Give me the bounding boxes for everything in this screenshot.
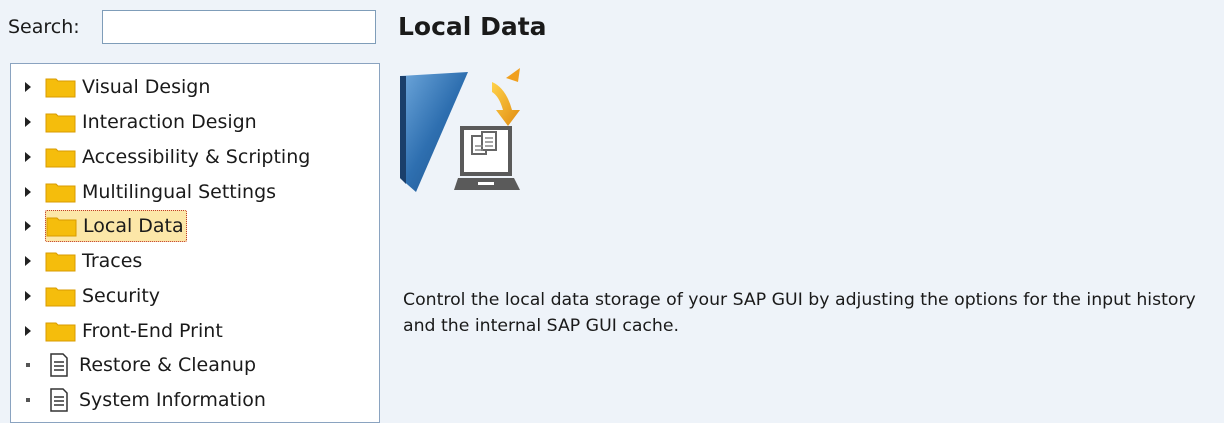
- tree-item-label: Interaction Design: [82, 111, 257, 133]
- folder-icon: [45, 148, 76, 168]
- bullet-icon: [11, 385, 45, 415]
- tree-item-label: Security: [82, 285, 161, 307]
- tree-item-label: Restore & Cleanup: [79, 354, 257, 376]
- search-label: Search:: [8, 16, 80, 38]
- expand-arrow-icon[interactable]: [11, 107, 45, 137]
- local-data-icon: [400, 68, 520, 192]
- expand-arrow-icon[interactable]: [11, 177, 45, 207]
- expand-arrow-icon[interactable]: [11, 316, 45, 346]
- tree-item-local-data[interactable]: Local Data: [11, 210, 187, 242]
- tree-item-visual-design[interactable]: Visual Design: [11, 72, 212, 102]
- tree-item-label: Local Data: [83, 215, 184, 237]
- folder-icon: [46, 217, 77, 237]
- folder-icon: [45, 183, 76, 203]
- tree-item-label: Visual Design: [82, 76, 211, 98]
- tree-item-label: Traces: [82, 250, 143, 272]
- expand-arrow-icon[interactable]: [11, 72, 45, 102]
- expand-arrow-icon[interactable]: [11, 142, 45, 172]
- folder-icon: [45, 322, 76, 342]
- tree-item-label: Front-End Print: [82, 320, 223, 342]
- document-icon: [50, 388, 68, 412]
- folder-icon: [45, 78, 76, 98]
- expand-arrow-icon[interactable]: [11, 281, 45, 311]
- tree-item-accessibility-scripting[interactable]: Accessibility & Scripting: [11, 142, 312, 172]
- tree-item-label: Accessibility & Scripting: [82, 146, 311, 168]
- folder-icon: [45, 113, 76, 133]
- tree-item-traces[interactable]: Traces: [11, 246, 144, 276]
- expand-arrow-icon[interactable]: [11, 211, 45, 241]
- tree-item-interaction-design[interactable]: Interaction Design: [11, 107, 259, 137]
- page-title: Local Data: [398, 12, 547, 41]
- tree-item-front-end-print[interactable]: Front-End Print: [11, 316, 225, 346]
- tree-item-multilingual-settings[interactable]: Multilingual Settings: [11, 177, 278, 207]
- tree-item-security[interactable]: Security: [11, 281, 162, 311]
- settings-tree: Visual Design Interaction Design Accessi…: [10, 63, 380, 423]
- tree-item-restore-cleanup[interactable]: Restore & Cleanup: [11, 350, 258, 380]
- document-icon: [50, 353, 68, 377]
- tree-item-label: System Information: [79, 389, 266, 411]
- folder-icon: [45, 252, 76, 272]
- folder-icon: [45, 287, 76, 307]
- tree-item-label: Multilingual Settings: [82, 181, 277, 203]
- tree-item-system-information[interactable]: System Information: [11, 385, 268, 415]
- search-input[interactable]: [102, 10, 376, 44]
- expand-arrow-icon[interactable]: [11, 246, 45, 276]
- bullet-icon: [11, 350, 45, 380]
- page-description: Control the local data storage of your S…: [403, 290, 1196, 336]
